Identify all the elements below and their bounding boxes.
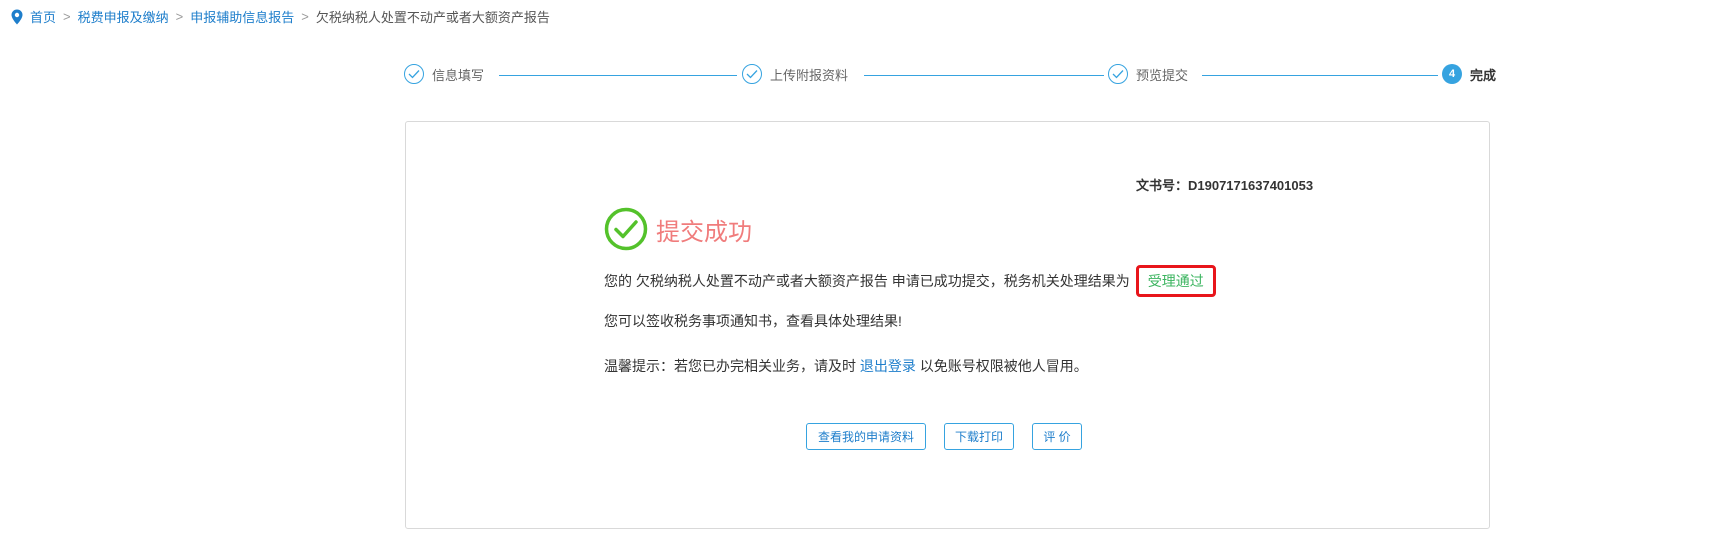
tip-text-prefix: 温馨提示：若您已办完相关业务，请及时	[604, 358, 856, 374]
step-number-badge: 4	[1442, 64, 1462, 84]
check-icon	[1108, 64, 1128, 84]
breadcrumb-separator: >	[63, 9, 71, 24]
tip-text-suffix: 以免账号权限被他人冒用。	[919, 358, 1088, 374]
check-icon	[404, 64, 424, 84]
logout-link[interactable]: 退出登录	[860, 358, 916, 374]
view-application-materials-button[interactable]: 查看我的申请资料	[806, 423, 926, 450]
breadcrumb-tax-filing-link[interactable]: 税费申报及缴纳	[78, 7, 169, 26]
breadcrumb-current-page: 欠税纳税人处置不动产或者大额资产报告	[315, 10, 550, 25]
result-panel	[405, 121, 1490, 529]
step-label: 上传附报资料	[770, 67, 849, 83]
step-connector-line	[499, 75, 737, 76]
tip-message: 温馨提示：若您已办完相关业务，请及时 退出登录 以免账号权限被他人冒用。	[604, 356, 1088, 376]
step-label: 信息填写	[432, 67, 485, 83]
success-check-circle-icon	[604, 207, 648, 251]
step-info-fill: 信息填写	[404, 64, 484, 84]
location-pin-icon	[11, 9, 23, 24]
result-message: 您的 欠税纳税人处置不动产或者大额资产报告 申请已成功提交，税务机关处理结果为 …	[604, 265, 1216, 297]
breadcrumb-separator: >	[301, 9, 309, 24]
evaluate-button[interactable]: 评 价	[1032, 423, 1082, 450]
status-badge: 受理通过	[1135, 265, 1216, 297]
breadcrumb: 首页 > 税费申报及缴纳 > 申报辅助信息报告 > 欠税纳税人处置不动产或者大额…	[10, 7, 550, 26]
success-title: 提交成功	[656, 218, 752, 246]
breadcrumb-separator: >	[175, 9, 184, 24]
download-print-button[interactable]: 下载打印	[944, 423, 1014, 450]
result-message-text: 您的 欠税纳税人处置不动产或者大额资产报告 申请已成功提交，税务机关处理结果为	[604, 273, 1130, 289]
step-connector-line	[864, 75, 1104, 76]
step-complete: 4 完成	[1442, 64, 1496, 84]
notice-message: 您可以签收税务事项通知书，查看具体处理结果!	[604, 313, 902, 329]
breadcrumb-auxiliary-report-link[interactable]: 申报辅助信息报告	[190, 7, 294, 26]
step-connector-line	[1202, 75, 1438, 76]
success-header: 提交成功	[604, 207, 752, 251]
check-icon	[742, 64, 762, 84]
step-upload-attachments: 上传附报资料	[742, 64, 848, 84]
step-preview-submit: 预览提交	[1108, 64, 1188, 84]
step-label: 预览提交	[1136, 67, 1189, 83]
breadcrumb-home-link[interactable]: 首页	[30, 7, 56, 26]
step-label: 完成	[1470, 67, 1497, 83]
step-progress: 信息填写 上传附报资料 预览提交 4 完成	[404, 64, 1496, 90]
document-number: 文书号：D1907171637401053	[1136, 178, 1314, 193]
